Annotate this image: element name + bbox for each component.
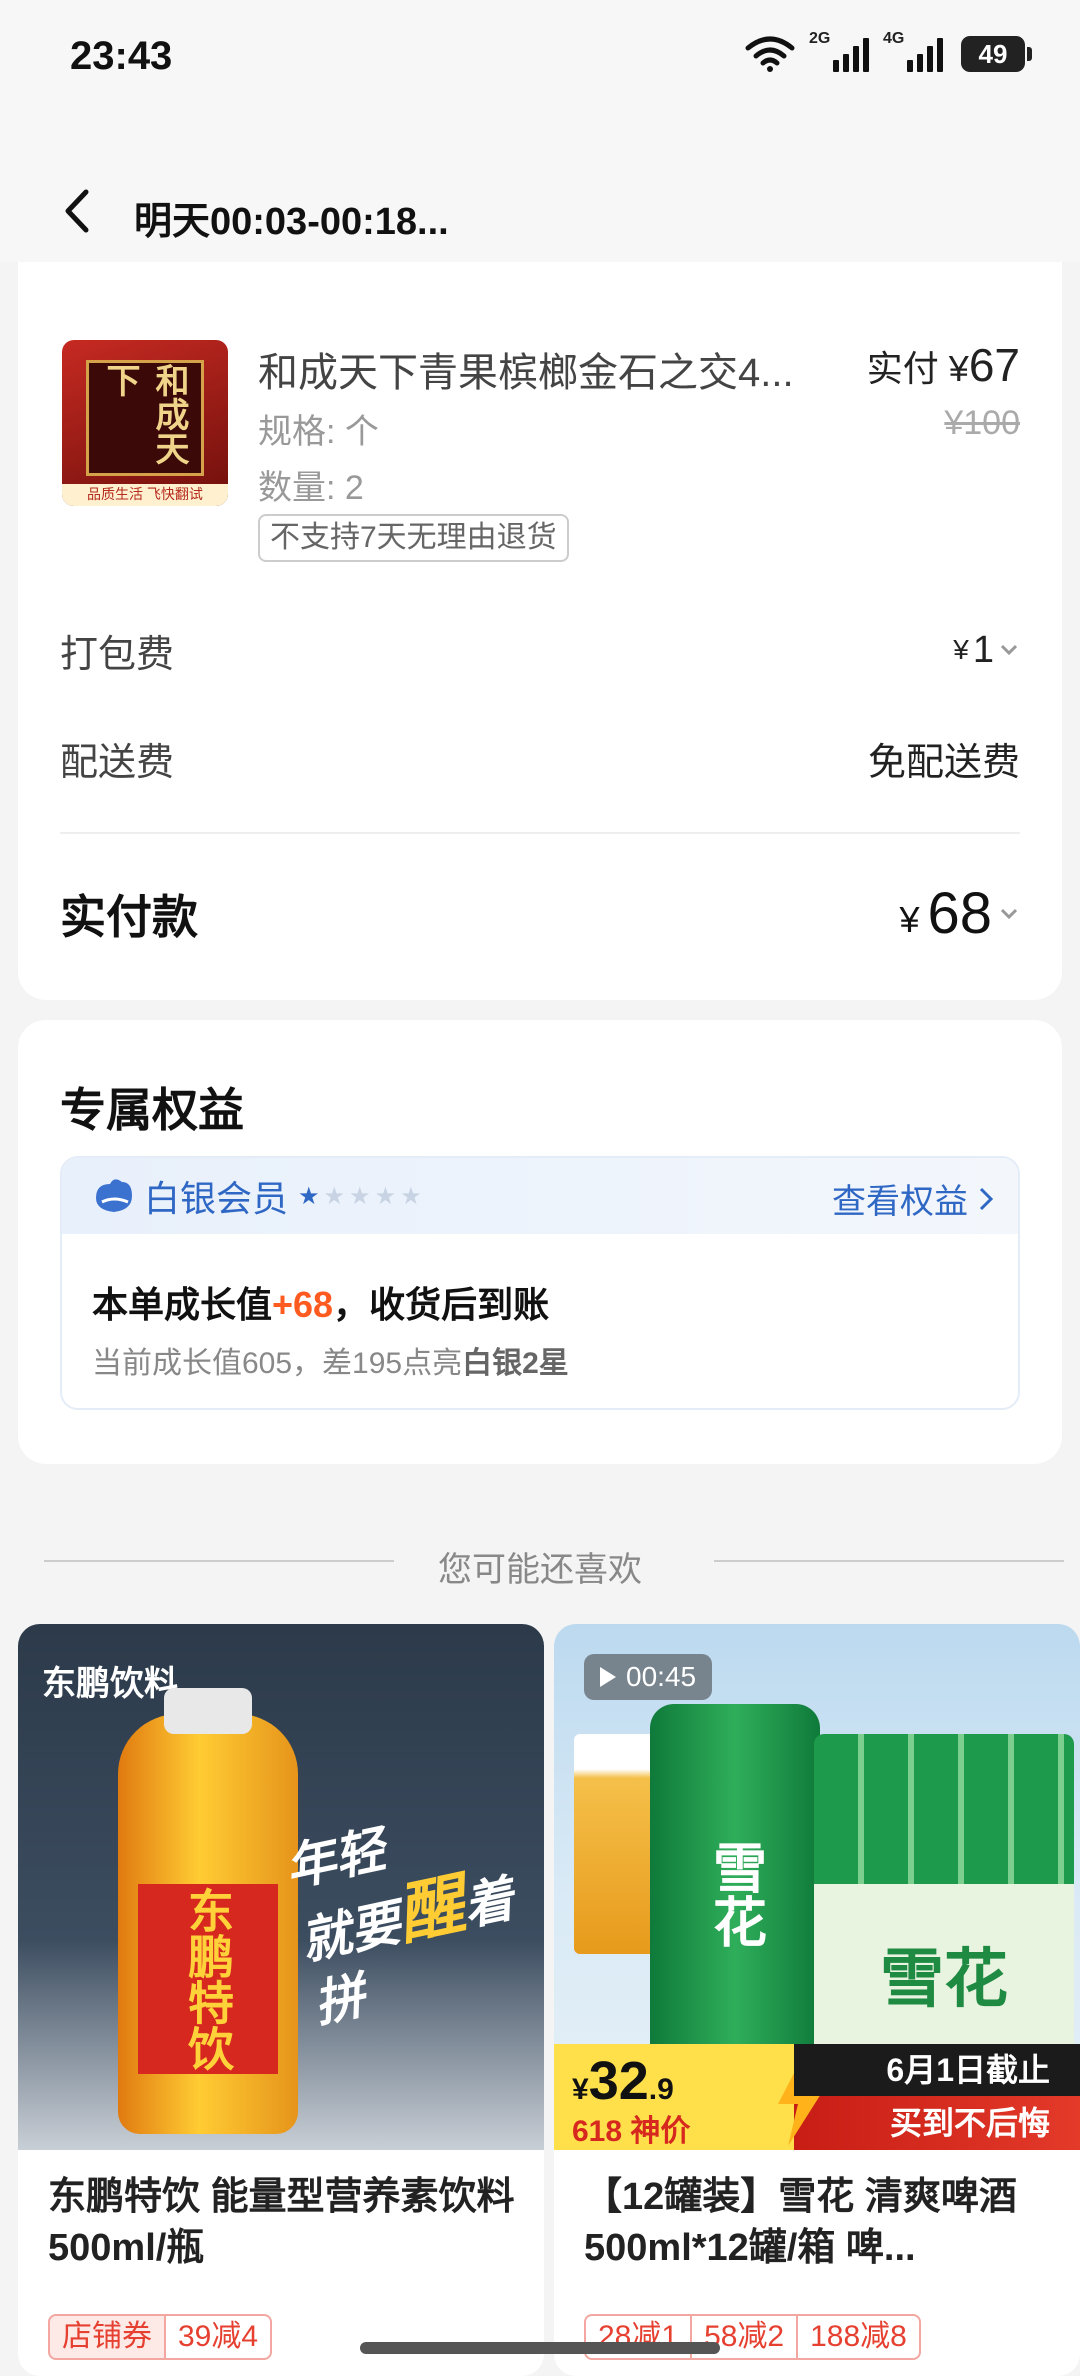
product-spec: 规格: 个 [258, 413, 379, 451]
benefits-title: 专属权益 [60, 1084, 244, 1136]
recommend-heading: 您可能还喜欢 [0, 1532, 1080, 1592]
signal-icon-sim2: 4G [883, 30, 943, 72]
slogan: 年轻 就要醒着拼 [280, 1792, 544, 2035]
brand-logo: 东鹏饮料 [42, 1665, 178, 1703]
packing-fee-label: 打包费 [60, 633, 175, 676]
can-graphic: 雪花 [650, 1704, 820, 2084]
recommend-item[interactable]: 东鹏饮料 东鹏特饮 年轻 就要醒着拼 东鹏特饮 能量型营养素饮料 500ml/瓶… [18, 1624, 544, 2376]
view-benefits-label: 查看权益 [832, 1183, 968, 1221]
price-label: 实付 [866, 348, 939, 389]
star-on-icon: ★ [298, 1182, 324, 1210]
member-stars: ★★★★★ [298, 1182, 426, 1211]
product-quantity: 数量: 2 [258, 469, 364, 507]
recommend-item-title: 【12罐装】雪花 清爽啤酒 500ml*12罐/箱 啤... [584, 2176, 1017, 2270]
chevron-down-icon [1000, 644, 1018, 656]
wifi-icon [745, 36, 795, 72]
packing-fee-symbol: ¥ [953, 634, 969, 665]
product-image: 雪花 雪花 00:45 ¥32.9 618 神价 6月1日截止 买到不后悔 [554, 1624, 1080, 2150]
packing-fee-row[interactable]: 打包费 ¥1 [60, 620, 1020, 680]
back-arrow-icon[interactable] [54, 186, 104, 236]
member-level: 白银会员 [144, 1178, 289, 1219]
coupon-badge: 39减4 [166, 2314, 273, 2360]
price-block: ¥32.9 618 神价 [554, 2044, 794, 2150]
member-box: 白银会员 ★★★★★ 查看权益 本单成长值+68，收货后到账 当前成长值605，… [60, 1156, 1020, 1410]
coupon-row: 店铺券 39减4 [48, 2314, 273, 2360]
promo-deadline: 6月1日截止 [794, 2044, 1080, 2096]
return-policy-tag: 不支持7天无理由退货 [258, 514, 569, 562]
delivery-fee-value: 免配送费 [867, 741, 1020, 784]
promo-block: 6月1日截止 买到不后悔 [778, 2044, 1080, 2150]
total-label: 实付款 [60, 890, 198, 943]
sim2-label: 4G [883, 30, 905, 47]
total-symbol: ¥ [899, 898, 920, 940]
order-summary-card: 和成天下 品质生活 飞快翻试 和成天下青果槟榔金石之交4... 实付 ¥67 ¥… [18, 240, 1062, 1000]
product-image-text: 和成天下 [86, 360, 204, 476]
status-bar: 23:43 2G 4G 49 [0, 0, 1080, 120]
signal-icon-sim1: 2G [809, 30, 869, 72]
growth-progress: 当前成长值605，差195点亮白银2星 [92, 1338, 569, 1382]
chevron-down-icon [1000, 908, 1018, 919]
box-graphic: 雪花 [814, 1734, 1074, 2064]
packing-fee-value: ¥1 [953, 629, 1020, 672]
price-symbol: ¥ [572, 2073, 589, 2106]
growth-sub-prefix: 当前成长值605，差195点亮 [92, 1347, 463, 1380]
bottle-label: 东鹏特饮 [138, 1884, 278, 2074]
status-time: 23:43 [70, 34, 173, 78]
coupon-badge: 188减8 [798, 2314, 921, 2360]
box-label: 雪花 [814, 1884, 1074, 2064]
star-off-icon: ★★★★ [323, 1182, 426, 1210]
total-row[interactable]: 实付款 ¥68 [60, 880, 1020, 947]
product-image[interactable]: 和成天下 品质生活 飞快翻试 [62, 340, 228, 506]
slogan-big: 醒 [390, 1866, 471, 1953]
video-badge[interactable]: 00:45 [584, 1654, 713, 1700]
recommend-item[interactable]: 雪花 雪花 00:45 ¥32.9 618 神价 6月1日截止 买到不后悔 【1… [554, 1624, 1080, 2376]
chevron-right-icon [979, 1187, 994, 1210]
product-original-price: ¥100 [944, 404, 1020, 442]
member-header: 白银会员 ★★★★★ 查看权益 [62, 1158, 1018, 1234]
promo-slogan: 买到不后悔 [889, 2105, 1050, 2141]
price-main: 32 [588, 2051, 649, 2111]
recommend-title: 您可能还喜欢 [438, 1551, 642, 1589]
product-name[interactable]: 和成天下青果槟榔金石之交4... [258, 340, 848, 398]
member-badge-icon [96, 1179, 132, 1212]
growth-suffix: ，收货后到账 [333, 1284, 550, 1325]
video-duration: 00:45 [626, 1661, 697, 1692]
product-image-tagline: 品质生活 飞快翻试 [62, 484, 228, 506]
coupon-badge: 店铺券 [48, 2314, 166, 2360]
packing-fee-amount: 1 [972, 628, 994, 671]
product-paid-price: 实付 ¥67 [867, 338, 1020, 392]
slogan-part: 就要 [295, 1894, 406, 1971]
growth-message: 本单成长值+68，收货后到账 [92, 1276, 549, 1328]
total-amount: 68 [927, 881, 992, 946]
delivery-fee-label: 配送费 [60, 741, 175, 784]
battery-level: 49 [978, 38, 1008, 69]
total-value: ¥68 [899, 880, 1020, 947]
price-symbol: ¥ [948, 348, 969, 389]
price-decimal: .9 [648, 2073, 674, 2106]
price-banner: ¥32.9 618 神价 6月1日截止 买到不后悔 [554, 2044, 1080, 2150]
play-icon [600, 1667, 616, 1687]
nav-bar: 明天00:03-00:18... [0, 120, 1080, 262]
recommend-item-title: 东鹏特饮 能量型营养素饮料 500ml/瓶 [48, 2176, 515, 2270]
next-level: 白银2星 [462, 1347, 569, 1380]
page-title: 明天00:03-00:18... [134, 201, 449, 243]
bottle-graphic: 东鹏特饮 [118, 1688, 298, 2134]
benefits-card: 专属权益 白银会员 ★★★★★ 查看权益 本单成长值+68，收货后到账 当前成长… [18, 1020, 1062, 1464]
price-value: 67 [968, 339, 1020, 391]
divider [60, 832, 1020, 834]
home-indicator[interactable] [360, 2342, 720, 2354]
view-benefits-link[interactable]: 查看权益 [832, 1174, 994, 1223]
price-tag: 618 神价 [572, 2115, 691, 2148]
delivery-fee-row: 配送费 免配送费 [60, 728, 1020, 788]
growth-prefix: 本单成长值 [92, 1284, 273, 1325]
status-icons: 2G 4G 49 [745, 30, 1032, 72]
battery-icon: 49 [961, 36, 1032, 72]
growth-value: +68 [272, 1284, 334, 1325]
product-image: 东鹏饮料 东鹏特饮 年轻 就要醒着拼 [18, 1624, 544, 2150]
sim1-label: 2G [809, 30, 831, 47]
